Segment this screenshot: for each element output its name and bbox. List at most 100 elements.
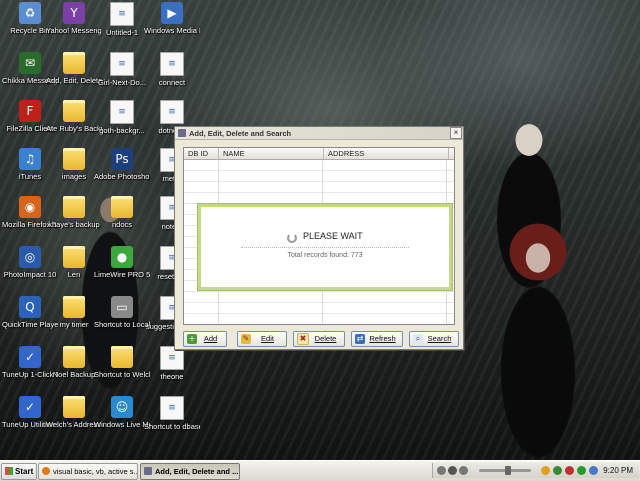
desktop-icon-label: Windows Live Messenger xyxy=(94,420,150,429)
records-count: Total records found: 773 xyxy=(287,252,363,259)
desktop-icon[interactable]: ≡ Girl-Next-Do... xyxy=(94,52,150,87)
close-button[interactable]: × xyxy=(450,127,462,139)
folder-icon xyxy=(63,148,85,170)
delete-icon: ✖ xyxy=(297,333,309,345)
desktop-icon[interactable]: ≡ goth-backgr... xyxy=(94,100,150,135)
wallpaper-figure xyxy=(490,222,590,460)
desktop-icon[interactable]: ≡ theone xyxy=(144,346,200,381)
recycle-bin-icon: ♻ xyxy=(19,2,41,24)
desktop-icon[interactable]: ≡ connect xyxy=(144,52,200,87)
desktop-icon[interactable]: ndocs xyxy=(94,196,150,229)
desktop-icon-label: ndocs xyxy=(111,220,132,229)
desktop-icon[interactable]: Shortcut to Welch_Timer xyxy=(94,346,150,379)
taskbar-item-app[interactable]: Add, Edit, Delete and ... xyxy=(140,463,240,480)
add-icon: + xyxy=(187,334,197,344)
media-next-icon[interactable] xyxy=(459,466,468,475)
app-window: Add, Edit, Delete and Search × DB ID NAM… xyxy=(174,126,464,350)
yahoo-messenger-icon: Y xyxy=(63,2,85,24)
desktop-icon-label: Shortcut to Local Disk (D) xyxy=(94,320,150,329)
desktop-icon-label: Shortcut to dbase xyxy=(144,422,200,431)
document-icon: ≡ xyxy=(110,2,134,26)
divider xyxy=(241,247,409,248)
window-title: Add, Edit, Delete and Search xyxy=(189,128,292,138)
chat-tray-icon[interactable] xyxy=(589,466,598,475)
refresh-icon: ⇄ xyxy=(355,334,365,344)
loading-spinner-icon xyxy=(287,233,297,243)
network-tray-icon[interactable] xyxy=(553,466,562,475)
desktop-icon-label: Girl-Next-Do... xyxy=(98,78,146,87)
messenger-tray-icon[interactable] xyxy=(577,466,586,475)
app-icon xyxy=(144,467,152,475)
records-grid[interactable]: DB ID NAME ADDRESS PLEASE WAIT Total rec… xyxy=(183,147,455,325)
desktop-icon[interactable]: Ps Adobe Photoshop CS... xyxy=(94,148,150,181)
desktop-icon[interactable]: ● LimeWire PRO 5.1.2 xyxy=(94,246,150,279)
desktop-icon-label: theone xyxy=(160,372,184,381)
antivirus-tray-icon[interactable] xyxy=(565,466,574,475)
pencil-icon: ✎ xyxy=(241,334,251,344)
search-icon: ⌕ xyxy=(413,334,423,344)
delete-button[interactable]: ✖ Delete xyxy=(293,331,345,347)
desktop-icon[interactable]: ≡ Shortcut to dbase xyxy=(144,396,200,431)
document-icon: ≡ xyxy=(110,100,134,124)
window-titlebar[interactable]: Add, Edit, Delete and Search × xyxy=(175,127,463,140)
tuneup-icon: ✓ xyxy=(19,396,41,418)
taskbar: Start visual basic, vb, active s... Add,… xyxy=(0,460,640,481)
media-player-icon: ▶ xyxy=(161,2,183,24)
folder-icon xyxy=(63,296,85,318)
desktop-icon-label: Shortcut to Welch_Timer xyxy=(94,370,150,379)
folder-icon xyxy=(63,346,85,368)
media-prev-icon[interactable] xyxy=(437,466,446,475)
search-button[interactable]: ⌕ Search xyxy=(409,331,459,347)
grid-header: DB ID NAME ADDRESS xyxy=(184,148,454,160)
document-icon: ≡ xyxy=(110,52,134,76)
filezilla-icon: F xyxy=(19,100,41,122)
windows-logo-icon xyxy=(5,467,13,475)
edit-button[interactable]: ✎ Edit xyxy=(237,331,287,347)
system-tray: 9:20 PM xyxy=(432,463,639,478)
please-wait-dialog: PLEASE WAIT Total records found: 773 xyxy=(198,204,452,290)
column-header-address[interactable]: ADDRESS xyxy=(324,148,449,159)
desktop-icon[interactable]: ▶ Windows Media Player xyxy=(144,2,200,35)
document-icon: ≡ xyxy=(160,52,184,76)
desktop-icon[interactable]: ≡ Untitled-1 xyxy=(94,2,150,37)
desktop-icon-label: Adobe Photoshop CS... xyxy=(94,172,150,181)
desktop-icon-label: LimeWire PRO 5.1.2 xyxy=(94,270,150,279)
column-header-name[interactable]: NAME xyxy=(219,148,324,159)
media-play-icon[interactable] xyxy=(448,466,457,475)
desktop-icon-label: Windows Media Player xyxy=(144,26,200,35)
folder-icon xyxy=(111,196,133,218)
firefox-icon xyxy=(42,467,50,475)
desktop-icon-label: Untitled-1 xyxy=(105,28,139,37)
document-icon: ≡ xyxy=(160,100,184,124)
photoshop-icon: Ps xyxy=(111,148,133,170)
photoimpact-icon: ◎ xyxy=(19,246,41,268)
quicktime-icon: Q xyxy=(19,296,41,318)
desktop-icon[interactable]: ☺ Windows Live Messenger xyxy=(94,396,150,429)
wait-message: PLEASE WAIT xyxy=(303,231,363,241)
desktop-icon-label: connect xyxy=(158,78,186,87)
folder-icon xyxy=(63,196,85,218)
limewire-icon: ● xyxy=(111,246,133,268)
folder-icon xyxy=(63,246,85,268)
volume-knob[interactable] xyxy=(505,466,511,475)
live-messenger-icon: ☺ xyxy=(111,396,133,418)
desktop-icon-label: goth-backgr... xyxy=(99,126,145,135)
folder-icon xyxy=(111,346,133,368)
desktop-icon[interactable]: ▭ Shortcut to Local Disk (D) xyxy=(94,296,150,329)
start-button[interactable]: Start xyxy=(1,463,37,480)
tuneup-icon: ✓ xyxy=(19,346,41,368)
chikka-icon: ✉ xyxy=(19,52,41,74)
column-header-db-id[interactable]: DB ID xyxy=(184,148,219,159)
add-button[interactable]: + Add xyxy=(183,331,227,347)
clock: 9:20 PM xyxy=(603,466,633,475)
volume-slider[interactable] xyxy=(479,466,531,475)
app-icon xyxy=(178,129,186,137)
folder-icon xyxy=(63,396,85,418)
document-icon: ≡ xyxy=(160,396,184,420)
folder-icon xyxy=(63,52,85,74)
firefox-icon: ◉ xyxy=(19,196,41,218)
refresh-button[interactable]: ⇄ Refresh xyxy=(351,331,403,347)
yahoo-tray-icon[interactable] xyxy=(541,466,550,475)
itunes-icon: ♫ xyxy=(19,148,41,170)
taskbar-item-browser[interactable]: visual basic, vb, active s... xyxy=(38,463,138,480)
